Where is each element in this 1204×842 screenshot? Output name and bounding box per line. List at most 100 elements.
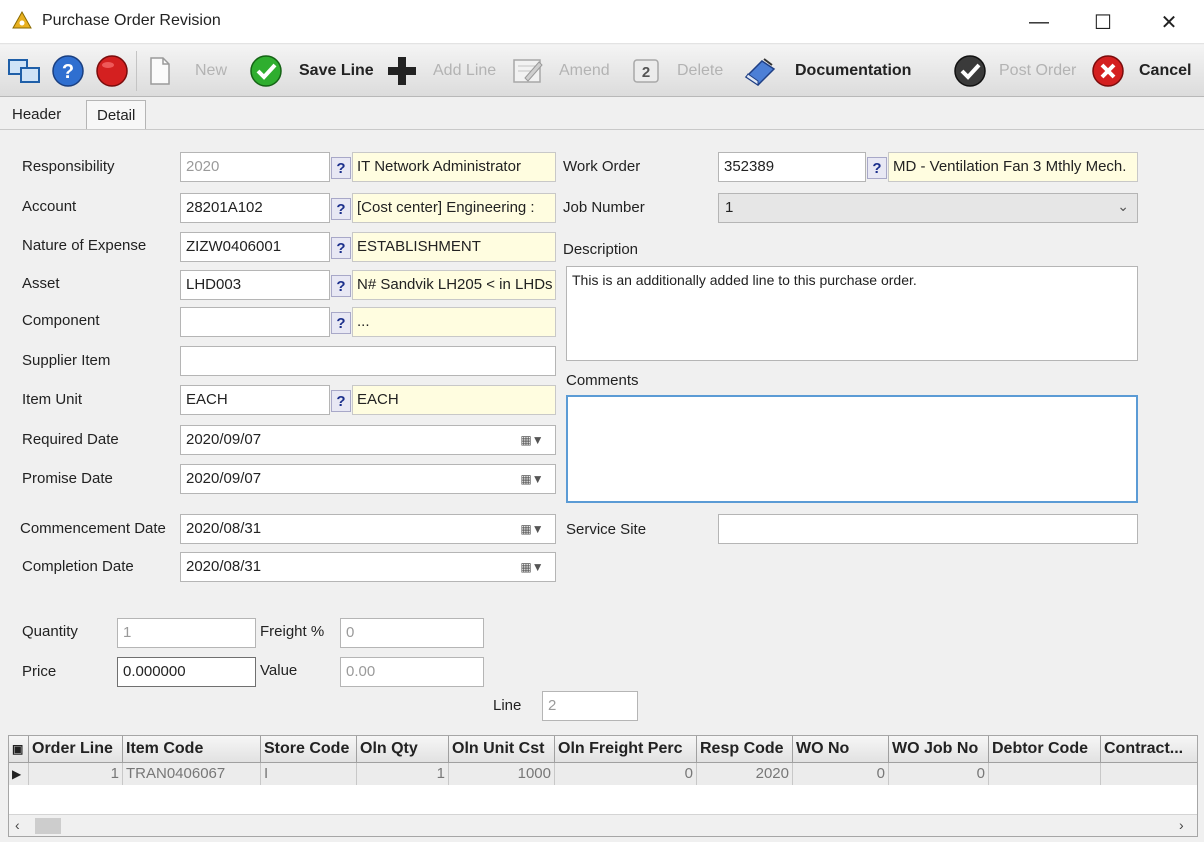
asset-label: Asset <box>22 275 60 292</box>
save-line-button[interactable]: Save Line <box>299 62 374 80</box>
commencement-date-field[interactable]: 2020/08/31 <box>180 514 556 544</box>
account-lookup-button[interactable]: ? <box>331 198 351 220</box>
column-item-code[interactable]: Item Code <box>123 736 261 763</box>
job-number-value: 1 <box>725 199 734 216</box>
asset-description: N# Sandvik LH205 < in LHDs <box>352 270 556 300</box>
nature-of-expense-code-field[interactable]: ZIZW0406001 <box>180 232 330 262</box>
cancel-button[interactable]: Cancel <box>1139 62 1191 80</box>
calendar-dropdown-icon[interactable]: ▦▼ <box>516 518 548 540</box>
delete-button[interactable]: Delete <box>677 62 723 80</box>
asset-lookup-button[interactable]: ? <box>331 275 351 297</box>
grid-header: ▣ Order Line Item Code Store Code Oln Qt… <box>9 736 1197 763</box>
value-field[interactable]: 0.00 <box>340 657 484 687</box>
column-wo-job-no[interactable]: WO Job No <box>889 736 989 763</box>
promise-date-field[interactable]: 2020/09/07 <box>180 464 556 494</box>
horizontal-scrollbar[interactable]: ‹ › <box>9 814 1197 836</box>
calendar-dropdown-icon[interactable]: ▦▼ <box>516 556 548 578</box>
cell-store-code: I <box>261 763 357 785</box>
column-debtor-code[interactable]: Debtor Code <box>989 736 1101 763</box>
book-icon[interactable] <box>742 53 778 89</box>
work-order-description: MD - Ventilation Fan 3 Mthly Mech. <box>888 152 1138 182</box>
minimize-button[interactable]: — <box>1016 6 1062 38</box>
item-unit-description: EACH <box>352 385 556 415</box>
price-field[interactable]: 0.000000 <box>117 657 256 687</box>
calendar-dropdown-icon[interactable]: ▦▼ <box>516 468 548 490</box>
cell-oln-freight-perc: 0 <box>555 763 697 785</box>
help-icon[interactable]: ? <box>50 53 86 89</box>
tab-header[interactable]: Header <box>2 100 71 130</box>
maximize-button[interactable]: ☐ <box>1080 6 1126 38</box>
service-site-field[interactable] <box>718 514 1138 544</box>
column-store-code[interactable]: Store Code <box>261 736 357 763</box>
promise-date-label: Promise Date <box>22 470 113 487</box>
column-order-line[interactable]: Order Line <box>29 736 123 763</box>
close-window-button[interactable]: ✕ <box>1146 6 1192 38</box>
freight-field[interactable]: 0 <box>340 618 484 648</box>
post-order-button[interactable]: Post Order <box>999 62 1076 80</box>
required-date-value: 2020/09/07 <box>186 431 262 448</box>
required-date-field[interactable]: 2020/09/07 <box>180 425 556 455</box>
cell-oln-qty: 1 <box>357 763 449 785</box>
freight-label: Freight % <box>260 623 325 640</box>
column-oln-unit-cst[interactable]: Oln Unit Cst <box>449 736 555 763</box>
new-button[interactable]: New <box>195 62 227 80</box>
scroll-right-icon[interactable]: › <box>1179 817 1184 833</box>
scroll-left-icon[interactable]: ‹ <box>15 817 20 833</box>
description-label: Description <box>563 241 639 258</box>
comments-label: Comments <box>566 372 639 389</box>
plus-icon[interactable] <box>384 53 420 89</box>
supplier-item-field[interactable] <box>180 346 556 376</box>
responsibility-lookup-button[interactable]: ? <box>331 157 351 179</box>
cancel-icon[interactable] <box>1090 53 1126 89</box>
amend-button[interactable]: Amend <box>559 62 610 80</box>
svg-text:2: 2 <box>642 64 650 81</box>
quantity-label: Quantity <box>22 623 78 640</box>
cell-wo-no: 0 <box>793 763 889 785</box>
description-textarea[interactable]: This is an additionally added line to th… <box>566 266 1138 361</box>
column-wo-no[interactable]: WO No <box>793 736 889 763</box>
work-order-lookup-button[interactable]: ? <box>867 157 887 179</box>
asset-code-field[interactable]: LHD003 <box>180 270 330 300</box>
row-selector-arrow-icon[interactable]: ▶ <box>9 763 29 785</box>
order-lines-grid[interactable]: ▣ Order Line Item Code Store Code Oln Qt… <box>8 735 1198 837</box>
column-resp-code[interactable]: Resp Code <box>697 736 793 763</box>
column-oln-qty[interactable]: Oln Qty <box>357 736 449 763</box>
commencement-date-label: Commencement Date <box>20 520 166 537</box>
tab-divider <box>0 129 1204 130</box>
line-field[interactable]: 2 <box>542 691 638 721</box>
tab-detail[interactable]: Detail <box>86 100 147 130</box>
completion-date-field[interactable]: 2020/08/31 <box>180 552 556 582</box>
title-bar: Purchase Order Revision — ☐ ✕ <box>0 0 1204 44</box>
account-label: Account <box>22 198 77 215</box>
component-lookup-button[interactable]: ? <box>331 312 351 334</box>
post-check-icon[interactable] <box>952 53 988 89</box>
nature-of-expense-lookup-button[interactable]: ? <box>331 237 351 259</box>
scrollbar-thumb[interactable] <box>35 818 61 834</box>
comments-textarea[interactable] <box>566 395 1138 503</box>
grid-options-icon[interactable]: ▣ <box>9 736 29 763</box>
responsibility-code-field[interactable]: 2020 <box>180 152 330 182</box>
work-order-code-field[interactable]: 352389 <box>718 152 866 182</box>
add-line-button[interactable]: Add Line <box>433 62 496 80</box>
checkmark-icon[interactable] <box>248 53 284 89</box>
chevron-down-icon: ⌄ <box>1117 198 1129 214</box>
component-code-field[interactable] <box>180 307 330 337</box>
stop-icon[interactable] <box>94 53 130 89</box>
service-site-label: Service Site <box>566 521 647 538</box>
supplier-item-label: Supplier Item <box>22 352 111 369</box>
calendar-dropdown-icon[interactable]: ▦▼ <box>516 429 548 451</box>
svg-text:?: ? <box>62 61 74 83</box>
column-contract[interactable]: Contract... <box>1101 736 1197 763</box>
windows-icon[interactable] <box>6 53 42 89</box>
value-label: Value <box>260 662 298 679</box>
documentation-button[interactable]: Documentation <box>795 62 911 80</box>
item-unit-code-field[interactable]: EACH <box>180 385 330 415</box>
column-oln-freight-perc[interactable]: Oln Freight Perc <box>555 736 697 763</box>
job-number-select[interactable]: 1 ⌄ <box>718 193 1138 223</box>
item-unit-lookup-button[interactable]: ? <box>331 390 351 412</box>
cell-contract <box>1101 763 1197 785</box>
toolbar: ? New Save Line Add Line Amend 2 Delete … <box>0 45 1204 97</box>
account-code-field[interactable]: 28201A102 <box>180 193 330 223</box>
quantity-field[interactable]: 1 <box>117 618 256 648</box>
responsibility-description: IT Network Administrator <box>352 152 556 182</box>
